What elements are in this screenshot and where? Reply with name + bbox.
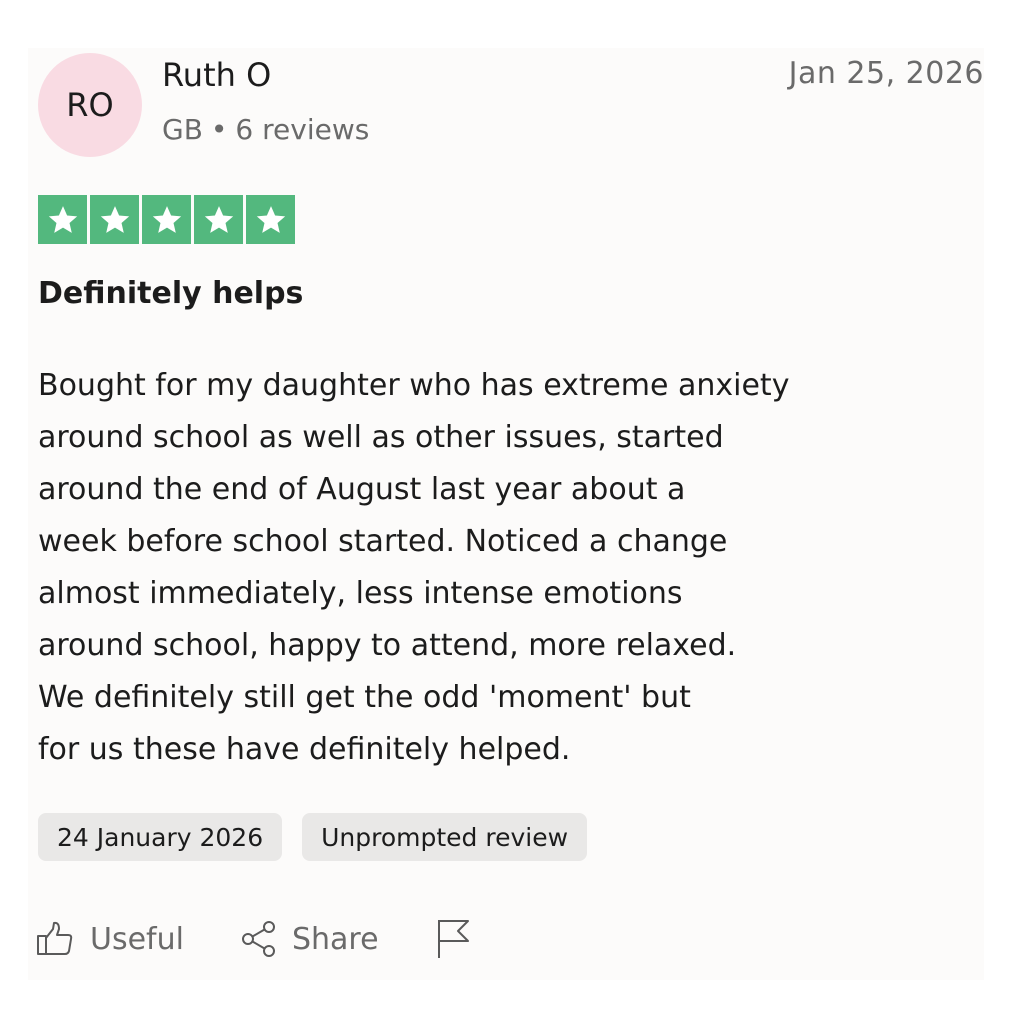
avatar[interactable]: RO xyxy=(38,53,142,157)
unprompted-review-tag[interactable]: Unprompted review xyxy=(302,813,588,861)
review-card: RO Ruth O GB • 6 reviews Jan 25, 2026 Defi… xyxy=(28,48,984,980)
star-icon xyxy=(38,195,87,244)
review-title: Definitely helps xyxy=(38,276,304,311)
share-label: Share xyxy=(291,921,379,957)
review-actions: Useful Share xyxy=(36,914,471,964)
star-icon xyxy=(194,195,243,244)
review-body-line: almost immediately, less intense emotion… xyxy=(38,576,683,611)
star-icon xyxy=(90,195,139,244)
review-tags: 24 January 2026 Unprompted review xyxy=(38,813,588,861)
star-icon xyxy=(246,195,295,244)
review-body-line: We definitely still get the odd 'moment'… xyxy=(38,680,691,715)
review-date: Jan 25, 2026 xyxy=(788,56,984,91)
report-button[interactable] xyxy=(435,918,471,960)
useful-button[interactable]: Useful xyxy=(36,921,184,957)
review-body-line: week before school started. Noticed a ch… xyxy=(38,524,728,559)
reviewer-meta: GB • 6 reviews xyxy=(162,113,369,146)
reviewer-name[interactable]: Ruth O xyxy=(162,56,271,94)
reviewer-country: GB xyxy=(162,113,203,146)
review-body: Bought for my daughter who has extreme a… xyxy=(38,360,958,776)
review-body-line: around school as well as other issues, s… xyxy=(38,420,724,455)
review-body-line: Bought for my daughter who has extreme a… xyxy=(38,368,790,403)
thumbs-up-icon xyxy=(36,921,90,957)
share-button[interactable]: Share xyxy=(240,921,379,957)
useful-label: Useful xyxy=(90,921,184,957)
avatar-initials: RO xyxy=(66,86,114,124)
share-icon xyxy=(240,921,292,957)
reviewer-review-count: 6 reviews xyxy=(235,113,370,146)
flag-icon xyxy=(435,918,471,960)
star-icon xyxy=(142,195,191,244)
date-of-experience-tag: 24 January 2026 xyxy=(38,813,283,861)
star-rating xyxy=(38,195,295,244)
review-body-line: for us these have definitely helped. xyxy=(38,732,571,767)
meta-separator: • xyxy=(210,113,228,146)
review-body-line: around school, happy to attend, more rel… xyxy=(38,628,737,663)
review-body-line: around the end of August last year about… xyxy=(38,472,686,507)
